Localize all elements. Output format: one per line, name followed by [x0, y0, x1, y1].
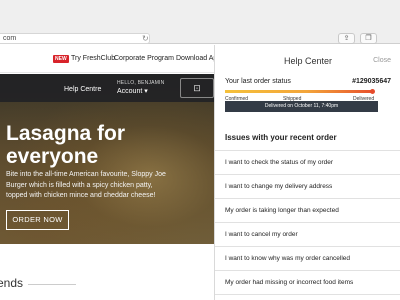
section-divider — [28, 284, 76, 285]
issue-item-taking-longer[interactable]: My order is taking longer than expected — [215, 199, 400, 223]
browser-toolbar: com ↻ ⇪ ❐ — [0, 0, 400, 44]
hero-banner: Help Centre HELLO, BENJAMIN Account ▾ ⊡ … — [0, 74, 214, 244]
address-bar[interactable]: com — [0, 33, 150, 44]
hero-description: Bite into the all-time American favourit… — [6, 171, 166, 199]
issue-item-missing-items[interactable]: My order had missing or incorrect food i… — [215, 271, 400, 295]
nav-link-try-freshclub[interactable]: Try FreshClub — [71, 55, 115, 62]
share-icon: ⇪ — [343, 35, 350, 42]
site-top-nav: NEW Try FreshClub Corporate Program Down… — [0, 45, 217, 73]
order-progress-track — [225, 90, 373, 93]
issue-item-check-status[interactable]: I want to check the status of my order — [215, 151, 400, 175]
issue-item-change-address[interactable]: I want to change my delivery address — [215, 175, 400, 199]
help-center-panel: Help Center Close Your last order status… — [214, 45, 400, 300]
issue-list: I want to check the status of my order I… — [215, 150, 400, 295]
help-centre-link[interactable]: Help Centre — [64, 86, 101, 93]
order-now-button[interactable]: ORDER NOW — [6, 210, 69, 230]
order-progress-fill — [225, 90, 373, 93]
greeting-label: HELLO, BENJAMIN — [117, 80, 165, 86]
tabs-button[interactable]: ❐ — [360, 33, 377, 44]
reload-icon[interactable]: ↻ — [142, 34, 149, 43]
close-button[interactable]: Close — [373, 57, 391, 64]
trends-section: ends — [0, 244, 214, 300]
section-heading: ends — [0, 276, 24, 290]
tabs-icon: ❐ — [365, 35, 372, 42]
account-menu[interactable]: Account ▾ — [117, 87, 148, 95]
site-header-bar: Help Centre HELLO, BENJAMIN Account ▾ ⊡ — [0, 74, 214, 102]
issues-heading: Issues with your recent order — [225, 133, 337, 142]
cart-icon: ⊡ — [193, 83, 201, 93]
issue-item-why-cancelled[interactable]: I want to know why was my order cancelle… — [215, 247, 400, 271]
order-number: #129035647 — [352, 78, 391, 85]
issue-item-cancel-order[interactable]: I want to cancel my order — [215, 223, 400, 247]
hero-title: Lasagna for everyone — [6, 122, 126, 168]
nav-link-download-app[interactable]: Download Ap — [176, 55, 217, 62]
progress-end-dot — [370, 89, 375, 94]
delivered-message: Delivered on October 11, 7:40pm — [225, 101, 378, 112]
share-button[interactable]: ⇪ — [338, 33, 355, 44]
order-status-label: Your last order status — [225, 78, 291, 85]
nav-link-corporate-program[interactable]: Corporate Program — [114, 55, 174, 62]
new-badge: NEW — [53, 55, 69, 63]
cart-button[interactable]: ⊡ — [180, 78, 214, 98]
